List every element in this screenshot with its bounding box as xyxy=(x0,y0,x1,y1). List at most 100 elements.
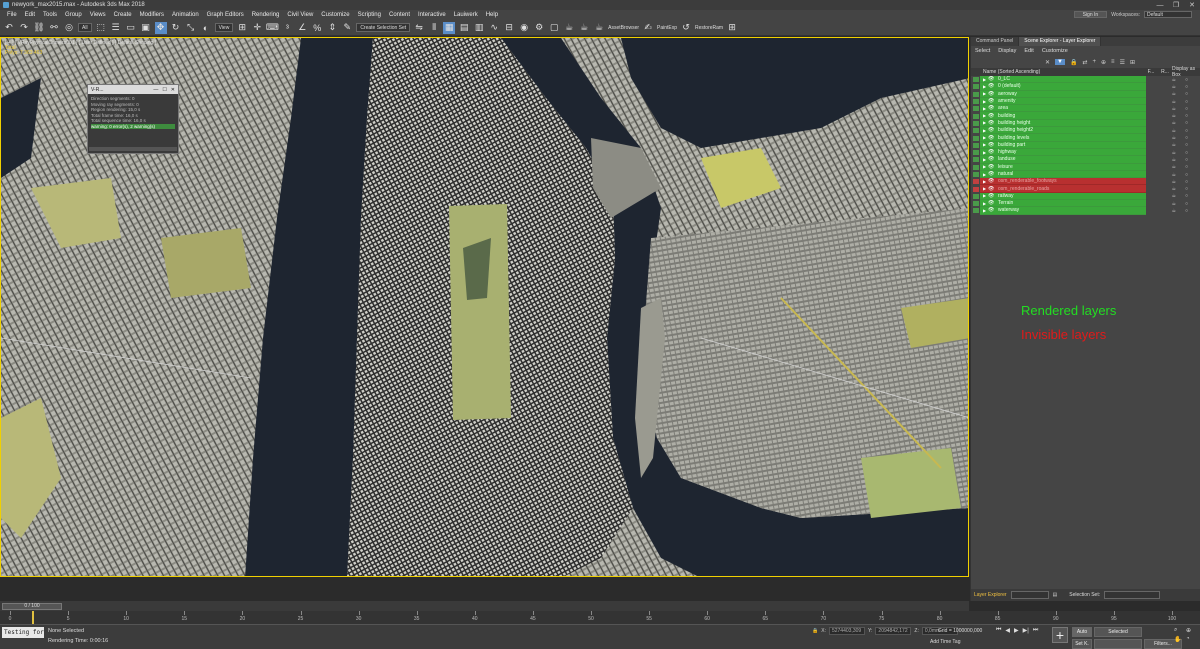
y-coordinate-field[interactable]: 2094842,172 xyxy=(875,627,912,635)
display-as-box-icon[interactable]: ○ xyxy=(1185,172,1188,178)
visibility-eye-icon[interactable]: 👁 xyxy=(988,113,998,119)
select-object-icon[interactable]: ⬚ xyxy=(95,22,107,34)
layer-row[interactable]: ▶ 👁 osm_renderable_footways ☕ ○ xyxy=(971,178,1200,186)
display-as-box-icon[interactable]: ○ xyxy=(1185,113,1188,119)
menu-views[interactable]: Views xyxy=(86,12,110,18)
layer-band[interactable]: ▶ 👁 osm_renderable_footways xyxy=(980,178,1146,186)
keyboard-shortcut-icon[interactable]: ⌨ xyxy=(266,22,279,34)
lock-selection-icon[interactable]: 🔒 xyxy=(812,628,818,634)
vray-log-header[interactable]: V-R... — ☐ ✕ xyxy=(88,85,178,94)
hierarchy-icon[interactable]: ☰ xyxy=(1120,59,1125,66)
maximize-icon[interactable]: ❐ xyxy=(1168,1,1184,9)
zoom-all-icon[interactable]: ⊕ xyxy=(1186,627,1196,634)
menu-civil-view[interactable]: Civil View xyxy=(283,12,317,18)
visibility-eye-icon[interactable]: 👁 xyxy=(988,156,998,162)
column-freeze[interactable]: F... xyxy=(1144,69,1158,75)
explorer-menu-customize[interactable]: Customize xyxy=(1042,48,1068,54)
unlink-icon[interactable]: ⚯ xyxy=(48,22,60,34)
schematic-view-icon[interactable]: ⊟ xyxy=(503,22,515,34)
display-as-box-icon[interactable]: ○ xyxy=(1185,201,1188,207)
workspace-dropdown[interactable]: Default xyxy=(1144,11,1192,18)
new-layer-icon[interactable]: + xyxy=(1093,59,1097,65)
reference-coordinate-dropdown[interactable]: View xyxy=(214,23,234,32)
render-toggle-icon[interactable]: ☕ xyxy=(1171,113,1175,119)
restore-ram-icon[interactable]: ↺ xyxy=(680,22,692,34)
display-as-box-icon[interactable]: ○ xyxy=(1185,84,1188,90)
layer-band[interactable]: ▶ 👁 aeroway xyxy=(980,90,1146,98)
lock-icon[interactable]: 🔒 xyxy=(1070,59,1077,66)
column-render[interactable]: R... xyxy=(1158,69,1172,75)
menu-animation[interactable]: Animation xyxy=(168,12,203,18)
edit-named-selection-icon[interactable]: ✎ xyxy=(341,22,353,34)
asset-browser-button[interactable]: AssetBrowser xyxy=(608,25,639,31)
vray-log-maximize-icon[interactable]: ☐ xyxy=(162,87,166,93)
pivot-center-icon[interactable]: ⊞ xyxy=(236,22,248,34)
display-as-box-icon[interactable]: ○ xyxy=(1185,150,1188,156)
layer-row[interactable]: ▶ 👁 amenity ☕ ○ xyxy=(971,97,1200,106)
sync-selection-icon[interactable]: ⇄ xyxy=(1082,59,1087,66)
toggle-scene-explorer-icon[interactable]: ▦ xyxy=(443,21,456,34)
display-as-box-icon[interactable]: ○ xyxy=(1185,193,1188,199)
display-as-box-icon[interactable]: ○ xyxy=(1185,128,1188,134)
selected-dropdown[interactable]: Selected xyxy=(1094,627,1142,637)
render-toggle-icon[interactable]: ☕ xyxy=(1171,186,1175,192)
layer-band[interactable]: ▶ 👁 waterway xyxy=(980,207,1146,215)
menu-customize[interactable]: Customize xyxy=(317,12,353,18)
visibility-eye-icon[interactable]: 👁 xyxy=(988,200,998,206)
visibility-eye-icon[interactable]: 👁 xyxy=(988,76,998,82)
bind-space-warp-icon[interactable]: ◎ xyxy=(63,22,75,34)
layer-row[interactable]: ▶ 👁 highway ☕ ○ xyxy=(971,148,1200,157)
render-toggle-icon[interactable]: ☕ xyxy=(1171,157,1175,163)
visibility-eye-icon[interactable]: 👁 xyxy=(988,98,998,104)
layer-band[interactable]: ▶ 👁 leisure xyxy=(980,163,1146,171)
menu-help[interactable]: Help xyxy=(482,12,502,18)
clear-filter-icon[interactable]: ✕ xyxy=(1045,59,1050,66)
key-filter-field[interactable] xyxy=(1094,639,1142,649)
layer-row[interactable]: ▶ 👁 area ☕ ○ xyxy=(971,105,1200,113)
menu-content[interactable]: Content xyxy=(385,12,414,18)
display-as-box-icon[interactable]: ○ xyxy=(1185,186,1188,192)
render-iterative-icon[interactable]: ☕ xyxy=(578,22,590,34)
vray-log-scrollbar[interactable] xyxy=(89,147,177,151)
go-to-end-icon[interactable]: ⏭ xyxy=(1033,627,1038,634)
render-toggle-icon[interactable]: ☕ xyxy=(1171,84,1175,90)
next-frame-icon[interactable]: ▶| xyxy=(1023,627,1029,634)
set-key-button[interactable]: Set K. xyxy=(1072,639,1092,649)
menu-lauiwerk[interactable]: Lauiwerk xyxy=(450,12,482,18)
vray-log-minimize-icon[interactable]: — xyxy=(153,87,158,93)
menu-graph-editors[interactable]: Graph Editors xyxy=(203,12,248,18)
layer-band[interactable]: ▶ 👁 building levels xyxy=(980,134,1146,142)
render-toggle-icon[interactable]: ☕ xyxy=(1171,142,1175,148)
toggle-ribbon-icon[interactable]: ▥ xyxy=(473,22,485,34)
maxscript-listener[interactable]: Testing for xyxy=(2,627,44,638)
display-as-box-icon[interactable]: ○ xyxy=(1185,77,1188,83)
layer-row[interactable]: ▶ 👁 osm_renderable_roads ☕ ○ xyxy=(971,185,1200,193)
menu-group[interactable]: Group xyxy=(61,12,86,18)
visibility-eye-icon[interactable]: 👁 xyxy=(988,193,998,199)
render-toggle-icon[interactable]: ☕ xyxy=(1171,208,1175,214)
layer-row[interactable]: ▶ 👁 building part ☕ ○ xyxy=(971,141,1200,149)
visibility-eye-icon[interactable]: 👁 xyxy=(988,171,998,177)
layer-band[interactable]: ▶ 👁 natural xyxy=(980,170,1146,179)
undo-icon[interactable]: ↶ xyxy=(3,22,15,34)
display-as-box-icon[interactable]: ○ xyxy=(1185,157,1188,163)
layer-band[interactable]: ▶ 👁 osm_renderable_roads xyxy=(980,185,1146,193)
explorer-menu-edit[interactable]: Edit xyxy=(1024,48,1033,54)
render-toggle-icon[interactable]: ☕ xyxy=(1171,128,1175,134)
create-selection-set-dropdown[interactable]: Create Selection Set xyxy=(356,23,411,32)
render-toggle-icon[interactable]: ☕ xyxy=(1171,135,1175,141)
layer-band[interactable]: ▶ 👁 0_LC xyxy=(980,76,1146,84)
display-as-box-icon[interactable]: ○ xyxy=(1185,99,1188,105)
place-icon[interactable]: ◐ xyxy=(200,22,212,34)
visibility-eye-icon[interactable]: 👁 xyxy=(988,186,998,192)
track-bar[interactable]: 0 5 10 15 20 25 30 35 40 45 50 55 60 65 70 75 80 85 90 95 10… xyxy=(0,611,1200,624)
layer-band[interactable]: ▶ 👁 highway xyxy=(980,148,1146,157)
menu-create[interactable]: Create xyxy=(110,12,136,18)
render-toggle-icon[interactable]: ☕ xyxy=(1171,150,1175,156)
layer-band[interactable]: ▶ 👁 building height xyxy=(980,119,1146,128)
align-icon[interactable]: ⫴ xyxy=(428,22,440,34)
visibility-eye-icon[interactable]: 👁 xyxy=(988,127,998,133)
render-toggle-icon[interactable]: ☕ xyxy=(1171,120,1175,126)
layer-band[interactable]: ▶ 👁 amenity xyxy=(980,97,1146,106)
display-as-box-icon[interactable]: ○ xyxy=(1185,135,1188,141)
